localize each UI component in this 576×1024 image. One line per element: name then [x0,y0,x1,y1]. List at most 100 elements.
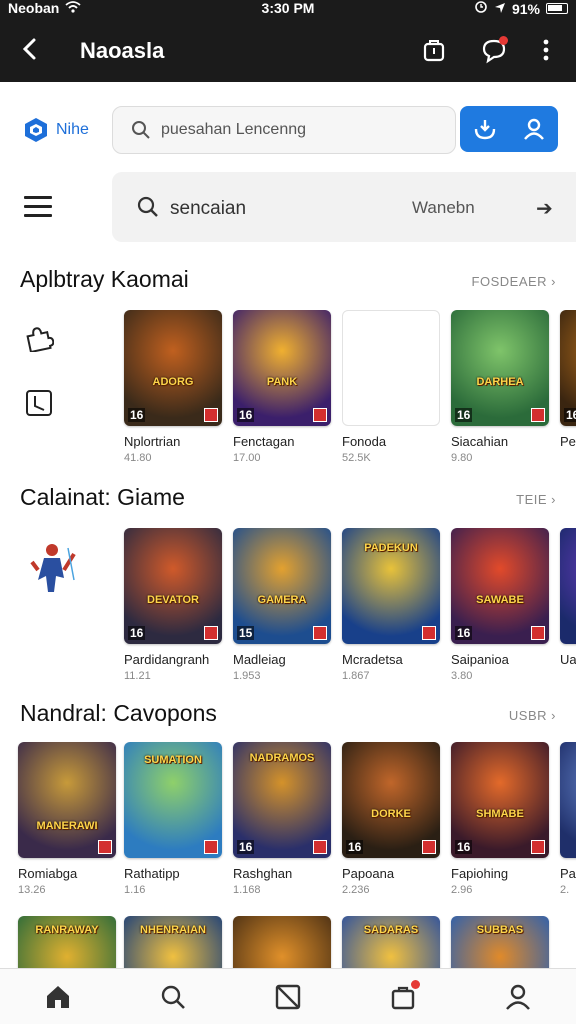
publisher-icon [531,626,545,640]
app-card[interactable]: ADORG 16 Nplortrian 41.80 [124,310,222,464]
app-name: Pardidangranh [124,652,210,667]
library-tab[interactable] [273,982,303,1012]
search-input[interactable]: puesahan Lencenng [112,106,456,154]
download-icon[interactable] [472,116,498,142]
app-card[interactable]: 16 Pe [560,310,576,449]
app-card[interactable]: SHMABE 16 Fapiohing 2.96 [451,742,549,896]
app-row-4: RANRAWAY NHENRAIAN SADARAS SUBBAS [0,916,576,968]
app-card[interactable]: Pa 2. [560,742,576,896]
app-meta: 3.80 [451,670,473,682]
kebab-menu-icon [543,39,549,61]
brand-logo[interactable]: Nihe [22,116,89,144]
app-thumbnail[interactable] [560,528,576,644]
app-thumbnail[interactable]: PANK 16 [233,310,331,426]
app-thumbnail[interactable]: SADARAS [342,916,440,968]
app-meta: 52.5K [342,452,371,464]
app-meta: 1.867 [342,670,370,682]
shopping-bag-icon [423,40,445,62]
updates-tab[interactable] [388,979,421,1012]
app-meta: 13.26 [18,884,46,896]
app-card[interactable]: DORKE 16 Papoana 2.236 [342,742,440,896]
app-thumbnail[interactable]: DORKE 16 [342,742,440,858]
app-meta: 11.21 [124,670,151,682]
publisher-icon [422,626,436,640]
app-meta: 2.96 [451,884,473,896]
publisher-icon [204,408,218,422]
arrow-right-icon[interactable]: ➔ [536,196,553,221]
app-card[interactable]: DARHEA 16 Siacahian 9.80 [451,310,549,464]
app-name: Fapiohing [451,866,509,881]
app-card[interactable]: DEVATOR 16 Pardidangranh 11.21 [124,528,222,682]
app-name: Papoana [342,866,395,881]
app-card[interactable]: PADEKUN Mcradetsa 1.867 [342,528,440,682]
publisher-icon [204,626,218,640]
app-card[interactable]: SAWABE 16 Saipanioa 3.80 [451,528,549,682]
app-thumbnail[interactable]: DARHEA 16 [451,310,549,426]
page-title: Naoasla [80,38,165,63]
publisher-icon [531,408,545,422]
section-title: Aplbtray Kaomai [20,266,189,292]
profile-tab[interactable] [503,982,533,1012]
artwork [560,528,576,644]
publisher-icon [204,840,218,854]
app-thumbnail[interactable]: ADORG 16 [124,310,222,426]
app-meta: 2. [560,884,570,896]
search-icon [132,121,150,139]
messages-button[interactable] [480,36,508,64]
profile-icon[interactable] [521,116,547,142]
app-thumbnail[interactable]: DEVATOR 16 [124,528,222,644]
search-placeholder: puesahan Lencenng [161,121,307,138]
app-thumbnail[interactable]: SUBBAS [451,916,549,968]
app-thumbnail[interactable]: 16 [560,310,576,426]
app-card[interactable]: RANRAWAY [18,916,116,968]
app-card[interactable]: PANK 16 Fenctagan 17.00 [233,310,331,464]
app-thumbnail[interactable]: NADRAMOS 16 [233,742,331,858]
app-meta: 17.00 [233,452,261,464]
app-card[interactable]: SUBBAS [451,916,549,968]
secondary-search-bar[interactable]: sencaian Wanebn ➔ [112,172,576,242]
app-meta: 41.80 [124,452,152,464]
app-card[interactable]: SADARAS [342,916,440,968]
app-thumbnail[interactable]: SHMABE 16 [451,742,549,858]
app-thumbnail[interactable]: PADEKUN [342,528,440,644]
more-options-button[interactable] [534,36,562,64]
app-thumbnail[interactable]: SAWABE 16 [451,528,549,644]
section-more-link[interactable]: USBR › [509,708,556,723]
app-thumbnail[interactable]: MANERAWI [18,742,116,858]
app-card[interactable]: SUMATION Rathatipp 1.16 [124,742,222,896]
app-meta: 2.236 [342,884,370,896]
app-thumbnail[interactable]: NHENRAIAN [124,916,222,968]
battery-icon [546,3,568,14]
app-card[interactable]: Ua [560,528,576,667]
section-more-link[interactable]: FOSDEAER › [472,274,556,289]
notification-dot [499,36,508,45]
app-card[interactable]: MANERAWI Romiabga 13.26 [18,742,116,896]
top-bar: Neoban 3:30 PM 91% Naoasla [0,0,576,82]
app-thumbnail[interactable] [560,742,576,858]
app-card[interactable]: NADRAMOS 16 Rashghan 1.168 [233,742,331,896]
app-thumbnail[interactable] [233,916,331,968]
app-name: Fonoda [342,434,387,449]
app-thumbnail-placeholder[interactable] [342,310,440,426]
home-tab[interactable] [43,982,73,1012]
app-thumbnail[interactable]: GAMERA 15 [233,528,331,644]
app-row-3: MANERAWI Romiabga 13.26 SUMATION Rathati… [0,742,576,912]
account-actions[interactable] [460,106,558,152]
hamburger-menu-icon[interactable] [24,196,52,218]
app-row-2: DEVATOR 16 Pardidangranh 11.21 GAMERA 15 M… [0,528,576,698]
section-more-link[interactable]: TEIE › [516,492,556,507]
status-bar: Neoban 3:30 PM 91% [0,0,576,18]
app-card[interactable]: NHENRAIAN [124,916,222,968]
back-button[interactable] [16,34,46,64]
app-card[interactable]: Fonoda 52.5K [342,310,440,464]
app-thumbnail[interactable]: SUMATION [124,742,222,858]
bag-button[interactable] [420,36,448,64]
search-tab[interactable] [158,982,188,1012]
app-meta: 1.953 [233,670,261,682]
artwork [560,742,576,858]
app-name: Nplortrian [124,434,181,449]
app-card[interactable]: GAMERA 15 Madleiag 1.953 [233,528,331,682]
app-thumbnail[interactable]: RANRAWAY [18,916,116,968]
app-card[interactable] [233,916,331,968]
location-icon [494,1,506,17]
